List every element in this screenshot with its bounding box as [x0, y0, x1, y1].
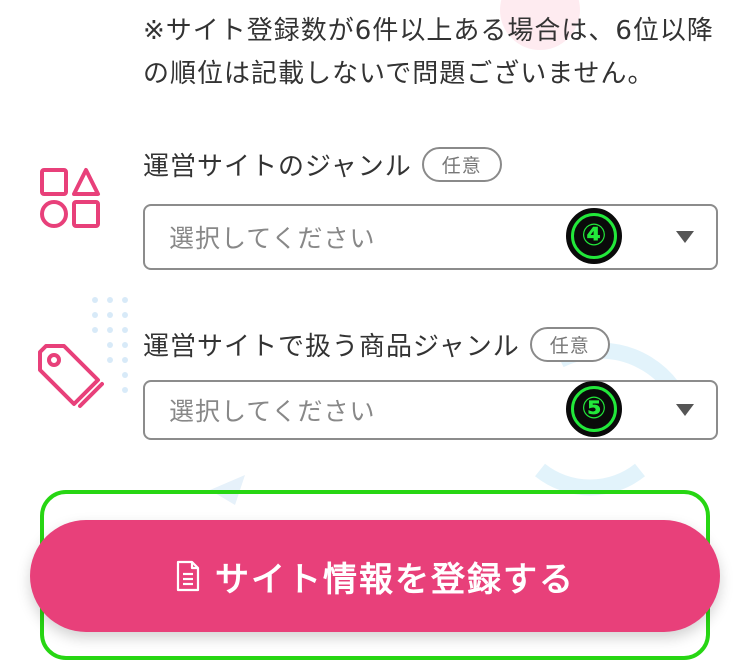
- product-genre-select[interactable]: 選択してください: [143, 380, 718, 440]
- product-genre-placeholder: 選択してください: [169, 397, 376, 426]
- site-genre-select[interactable]: 選択してください: [143, 204, 718, 270]
- price-tag-icon: [38, 344, 104, 408]
- optional-badge: 任意: [421, 147, 502, 182]
- product-genre-label-text: 運営サイトで扱う商品ジャンル: [143, 332, 520, 362]
- dropdown-arrow-icon: [676, 231, 694, 243]
- annotation-marker-5: ⑤: [566, 381, 622, 437]
- document-icon: [175, 560, 201, 592]
- register-site-button-label: サイト情報を登録する: [215, 560, 575, 599]
- site-genre-label-text: 運営サイトのジャンル: [143, 152, 412, 182]
- dropdown-arrow-icon: [676, 404, 694, 416]
- optional-badge: 任意: [529, 327, 610, 362]
- site-genre-placeholder: 選択してください: [169, 224, 376, 253]
- registration-notice: ※サイト登録数が6件以上ある場合は、6位以降の順位は記載しないで問題ございません…: [143, 16, 714, 89]
- register-site-button[interactable]: サイト情報を登録する: [30, 520, 720, 632]
- shapes-icon: [40, 168, 100, 228]
- site-genre-label: 運営サイトのジャンル 任意: [143, 146, 502, 183]
- product-genre-label: 運営サイトで扱う商品ジャンル 任意: [143, 326, 610, 363]
- annotation-marker-4: ④: [566, 208, 622, 264]
